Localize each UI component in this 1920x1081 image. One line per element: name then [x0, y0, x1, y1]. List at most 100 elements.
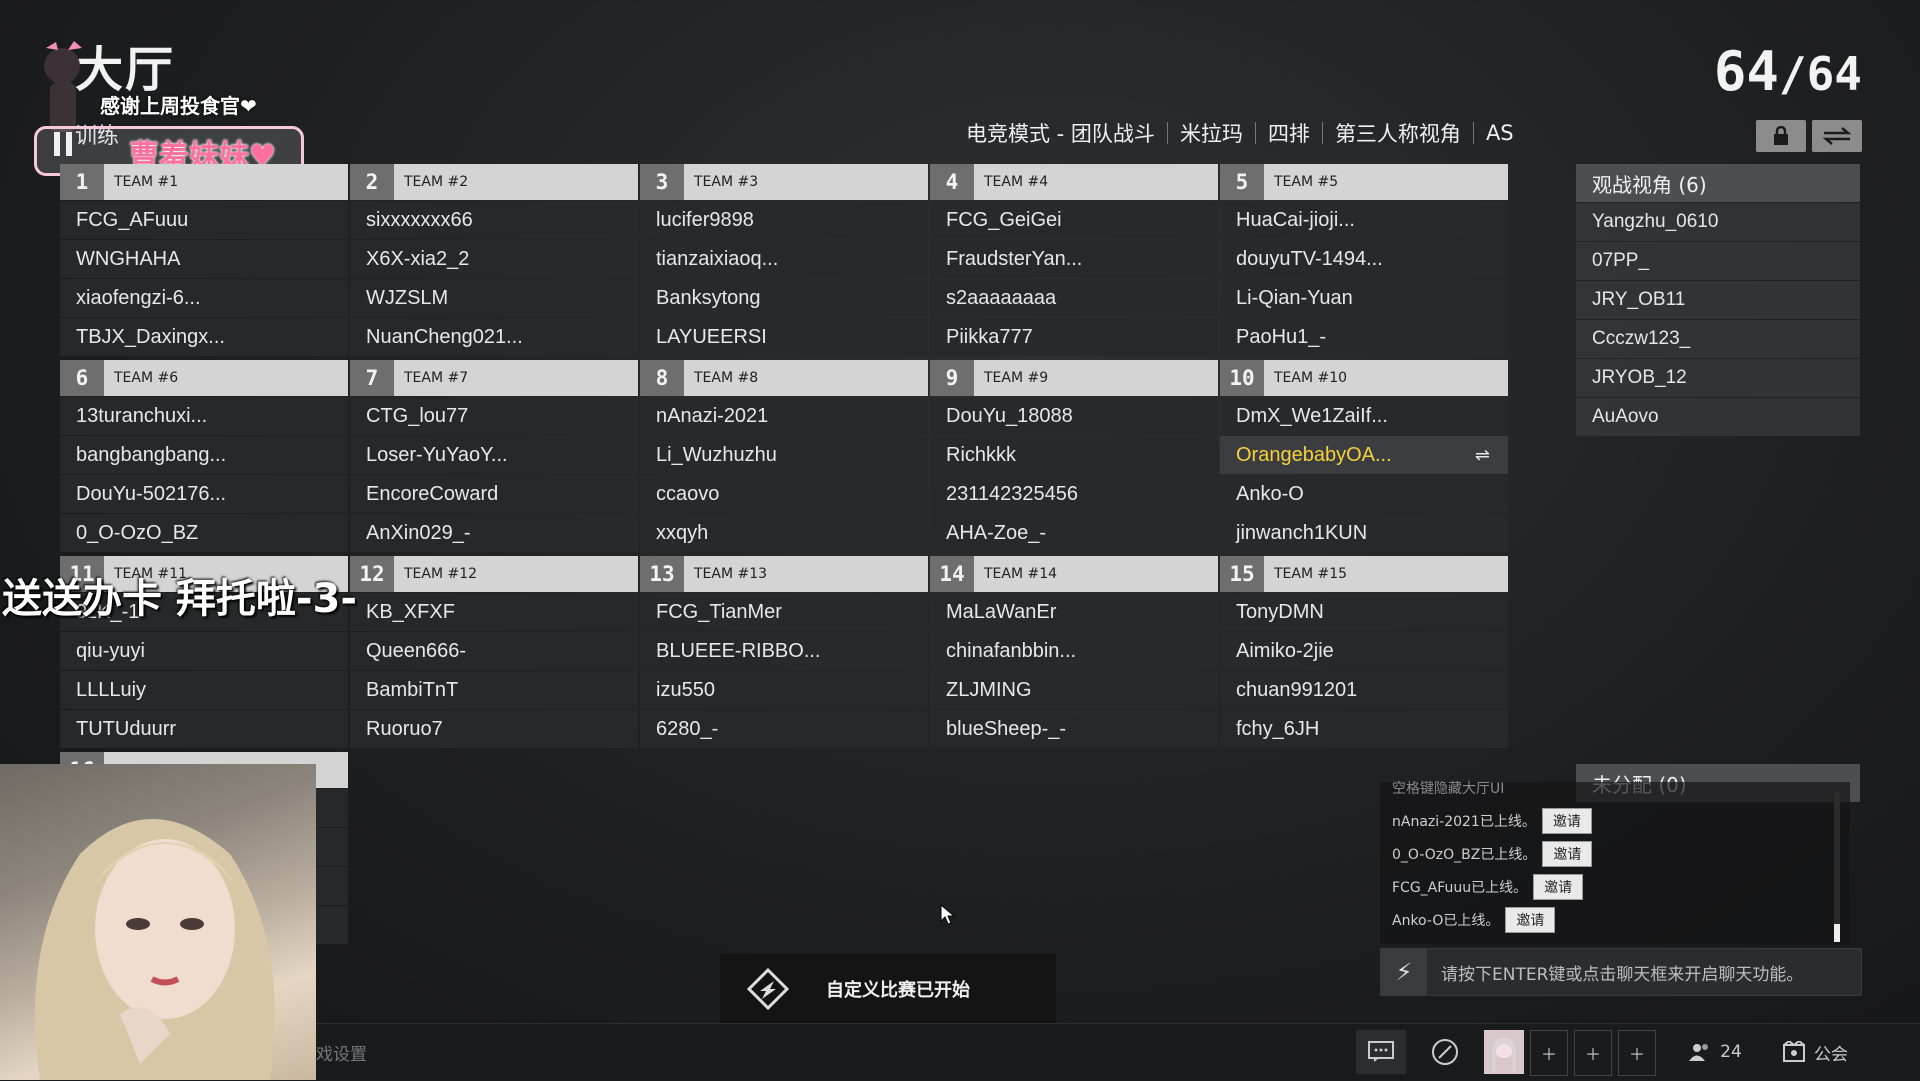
team-card[interactable]: 10 TEAM #10 DmX_We1ZaiIf... OrangebabyOA.…	[1220, 360, 1508, 552]
emblem-button[interactable]	[1420, 1030, 1470, 1074]
player-slot[interactable]: DouYu_18088	[930, 397, 1218, 435]
spectator-slot[interactable]: Yangzhu_0610	[1576, 203, 1860, 241]
invite-button[interactable]: 邀请	[1505, 907, 1556, 933]
add-friend-slot[interactable]: ＋	[1574, 1030, 1612, 1076]
player-slot[interactable]: AHA-Zoe_-	[930, 514, 1218, 552]
team-card[interactable]: 15 TEAM #15 TonyDMN Aimiko-2jie chuan9912…	[1220, 556, 1508, 748]
chat-input[interactable]: ⚡ 请按下ENTER键或点击聊天框来开启聊天功能。	[1380, 948, 1862, 996]
player-slot[interactable]: 13turanchuxi...	[60, 397, 348, 435]
player-slot[interactable]: lucifer9898	[640, 201, 928, 239]
team-card[interactable]: 5 TEAM #5 HuaCai-jioji... douyuTV-1494...…	[1220, 164, 1508, 356]
player-slot[interactable]: LLLLuiy	[60, 671, 348, 709]
player-slot[interactable]: FraudsterYan...	[930, 240, 1218, 278]
invite-button[interactable]: 邀请	[1542, 841, 1593, 867]
player-slot[interactable]: Aimiko-2jie	[1220, 632, 1508, 670]
player-slot[interactable]: TonyDMN	[1220, 593, 1508, 631]
player-slot[interactable]: DouYu-502176...	[60, 475, 348, 513]
player-slot[interactable]: X6X-xia2_2	[350, 240, 638, 278]
team-card[interactable]: 2 TEAM #2 sixxxxxxx66 X6X-xia2_2 WJZSLM N…	[350, 164, 638, 356]
player-slot[interactable]: blueSheep-_-	[930, 710, 1218, 748]
team-header[interactable]: 14 TEAM #14	[930, 556, 1218, 592]
team-header[interactable]: 13 TEAM #13	[640, 556, 928, 592]
team-card[interactable]: 6 TEAM #6 13turanchuxi... bangbangbang...…	[60, 360, 348, 552]
team-header[interactable]: 9 TEAM #9	[930, 360, 1218, 396]
team-header[interactable]: 6 TEAM #6	[60, 360, 348, 396]
team-card[interactable]: 9 TEAM #9 DouYu_18088 Richkkk 23114232545…	[930, 360, 1218, 552]
player-slot[interactable]: Queen666-	[350, 632, 638, 670]
player-slot[interactable]: 6280_-	[640, 710, 928, 748]
spectator-slot[interactable]: 07PP_	[1576, 242, 1860, 280]
player-slot[interactable]: Richkkk	[930, 436, 1218, 474]
player-slot[interactable]: KB_XFXF	[350, 593, 638, 631]
player-slot[interactable]: s2aaaaaaaa	[930, 279, 1218, 317]
player-slot[interactable]: FCG_GeiGei	[930, 201, 1218, 239]
chat-scrollbar-thumb[interactable]	[1834, 924, 1840, 942]
chat-log[interactable]: 空格键隐藏大厅UI nAnazi-2021已上线。 邀请 0_O-OzO_BZ已…	[1380, 781, 1850, 944]
player-slot[interactable]: WNGHAHA	[60, 240, 348, 278]
team-card[interactable]: 4 TEAM #4 FCG_GeiGei FraudsterYan... s2aa…	[930, 164, 1218, 356]
team-header[interactable]: 10 TEAM #10	[1220, 360, 1508, 396]
player-slot[interactable]: tianzaixiaoq...	[640, 240, 928, 278]
team-card[interactable]: 13 TEAM #13 FCG_TianMer BLUEEE-RIBBO... i…	[640, 556, 928, 748]
chat-scrollbar[interactable]	[1834, 792, 1840, 942]
add-friend-slot[interactable]: ＋	[1530, 1030, 1568, 1076]
player-slot[interactable]: fchy_6JH	[1220, 710, 1508, 748]
team-header[interactable]: 1 TEAM #1	[60, 164, 348, 200]
spectator-slot[interactable]: Ccczw123_	[1576, 320, 1860, 358]
player-slot[interactable]: WJZSLM	[350, 279, 638, 317]
player-slot[interactable]: FCG_TianMer	[640, 593, 928, 631]
invite-button[interactable]: 邀请	[1541, 808, 1592, 834]
player-slot[interactable]: chuan991201	[1220, 671, 1508, 709]
avatar[interactable]	[1484, 1030, 1524, 1074]
player-slot[interactable]: Li-Qian-Yuan	[1220, 279, 1508, 317]
player-slot[interactable]: 231142325456	[930, 475, 1218, 513]
player-slot[interactable]: xxqyh	[640, 514, 928, 552]
team-header[interactable]: 8 TEAM #8	[640, 360, 928, 396]
player-slot[interactable]: xiaofengzi-6...	[60, 279, 348, 317]
player-slot[interactable]: TUTUduurr	[60, 710, 348, 748]
player-slot[interactable]: Loser-YuYaoY...	[350, 436, 638, 474]
player-slot[interactable]: ccaovo	[640, 475, 928, 513]
guild-button[interactable]: 公会	[1770, 1030, 1860, 1074]
player-slot[interactable]: MaLaWanEr	[930, 593, 1218, 631]
team-header[interactable]: 3 TEAM #3	[640, 164, 928, 200]
player-slot[interactable]: Piikka777	[930, 318, 1218, 356]
swap-icon[interactable]: ⇌	[1475, 445, 1490, 466]
team-header[interactable]: 12 TEAM #12	[350, 556, 638, 592]
team-card[interactable]: 8 TEAM #8 nAnazi-2021 Li_Wuzhuzhu ccaovo …	[640, 360, 928, 552]
player-slot[interactable]: EncoreCoward	[350, 475, 638, 513]
swap-button[interactable]	[1812, 120, 1862, 152]
player-slot[interactable]: Anko-O	[1220, 475, 1508, 513]
player-slot[interactable]: BambiTnT	[350, 671, 638, 709]
spectator-slot[interactable]: JRY_OB11	[1576, 281, 1860, 319]
player-slot-selected[interactable]: OrangebabyOA... ⇌	[1220, 436, 1508, 474]
player-slot[interactable]: TBJX_Daxingx...	[60, 318, 348, 356]
friends-button[interactable]: 24	[1680, 1030, 1750, 1074]
player-slot[interactable]: bangbangbang...	[60, 436, 348, 474]
spectator-slot[interactable]: JRYOB_12	[1576, 359, 1860, 397]
team-header[interactable]: 15 TEAM #15	[1220, 556, 1508, 592]
player-slot[interactable]: 0_O-OzO_BZ	[60, 514, 348, 552]
game-settings-button[interactable]: 戏设置	[316, 1040, 367, 1065]
invite-button[interactable]: 邀请	[1533, 874, 1584, 900]
lock-button[interactable]	[1756, 120, 1806, 152]
player-slot[interactable]: HuaCai-jioji...	[1220, 201, 1508, 239]
chat-button[interactable]	[1356, 1030, 1406, 1074]
player-slot[interactable]: qiu-yuyi	[60, 632, 348, 670]
player-slot[interactable]: Ruoruo7	[350, 710, 638, 748]
player-slot[interactable]: douyuTV-1494...	[1220, 240, 1508, 278]
team-card[interactable]: 1 TEAM #1 FCG_AFuuu WNGHAHA xiaofengzi-6.…	[60, 164, 348, 356]
team-header[interactable]: 5 TEAM #5	[1220, 164, 1508, 200]
player-slot[interactable]: ZLJMING	[930, 671, 1218, 709]
player-slot[interactable]: Banksytong	[640, 279, 928, 317]
player-slot[interactable]: BLUEEE-RIBBO...	[640, 632, 928, 670]
player-slot[interactable]: PaoHu1_-	[1220, 318, 1508, 356]
team-header[interactable]: 7 TEAM #7	[350, 360, 638, 396]
player-slot[interactable]: Li_Wuzhuzhu	[640, 436, 928, 474]
spectator-slot[interactable]: AuAovo	[1576, 398, 1860, 436]
team-card[interactable]: 12 TEAM #12 KB_XFXF Queen666- BambiTnT Ru…	[350, 556, 638, 748]
player-slot[interactable]: FCG_AFuuu	[60, 201, 348, 239]
player-slot[interactable]: chinafanbbin...	[930, 632, 1218, 670]
player-slot[interactable]: jinwanch1KUN	[1220, 514, 1508, 552]
player-slot[interactable]: LAYUEERSI	[640, 318, 928, 356]
